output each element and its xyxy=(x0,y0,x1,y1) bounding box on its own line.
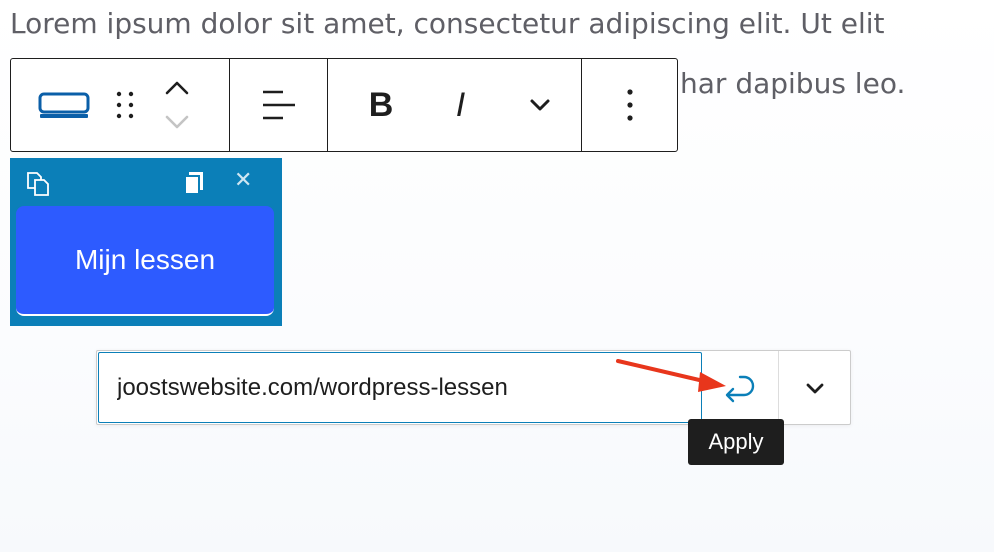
move-up-button[interactable] xyxy=(157,71,197,105)
drag-handle-button[interactable] xyxy=(103,70,147,140)
bold-button[interactable]: B xyxy=(346,70,416,140)
more-formatting-button[interactable] xyxy=(510,70,570,140)
toolbar-group-format: B I xyxy=(327,59,581,151)
chevron-up-icon xyxy=(165,81,189,95)
toolbar-group-options xyxy=(581,59,677,151)
duplicate-icon[interactable] xyxy=(182,170,206,200)
copy-style-icon[interactable] xyxy=(24,170,52,202)
paragraph-line-1: Lorem ipsum dolor sit amet, consectetur … xyxy=(10,7,885,40)
paragraph-line-2: har dapibus leo. xyxy=(680,67,906,100)
mijn-lessen-button[interactable]: Mijn lessen xyxy=(16,206,274,316)
drag-handle-icon xyxy=(116,91,134,119)
options-button[interactable] xyxy=(605,70,655,140)
button-block[interactable]: ✕ Mijn lessen xyxy=(10,158,282,326)
link-url-popover xyxy=(96,350,851,425)
block-type-button[interactable] xyxy=(25,70,103,140)
close-icon[interactable]: ✕ xyxy=(234,168,252,194)
move-down-button[interactable] xyxy=(157,105,197,139)
italic-button[interactable]: I xyxy=(426,70,496,140)
block-toolbar: B I xyxy=(10,58,678,152)
justify-left-icon xyxy=(262,90,295,120)
toolbar-group-block xyxy=(11,59,229,151)
enter-return-icon xyxy=(725,375,754,402)
block-movers xyxy=(147,60,207,150)
link-settings-button[interactable] xyxy=(780,351,850,424)
more-vertical-icon xyxy=(626,89,633,121)
justify-button[interactable] xyxy=(249,70,309,140)
chevron-down-icon xyxy=(806,383,824,393)
toolbar-group-align xyxy=(229,59,327,151)
button-block-icon xyxy=(38,92,90,118)
apply-tooltip: Apply xyxy=(688,419,784,465)
chevron-down-icon xyxy=(165,115,189,129)
url-input[interactable] xyxy=(98,352,702,423)
chevron-down-icon xyxy=(530,99,550,111)
apply-button[interactable] xyxy=(703,351,779,424)
